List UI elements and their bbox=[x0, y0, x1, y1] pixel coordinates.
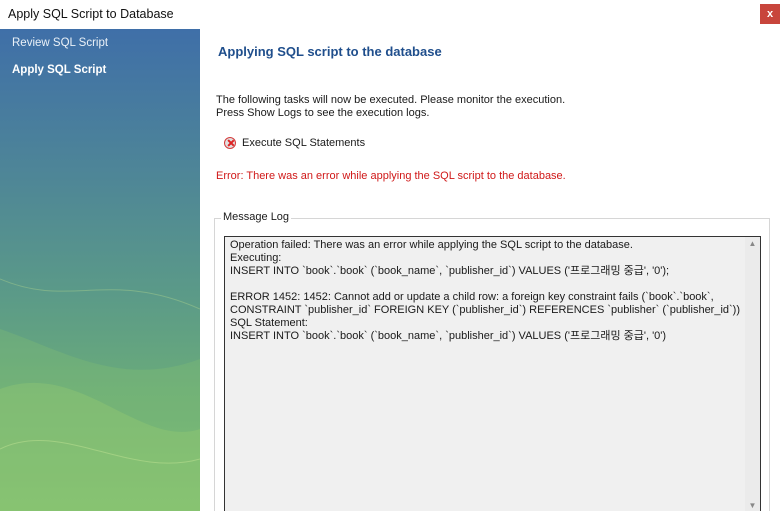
main-panel: Applying SQL script to the database The … bbox=[200, 29, 782, 511]
sidebar-item-apply-sql-script[interactable]: Apply SQL Script bbox=[12, 64, 106, 76]
vertical-scrollbar[interactable]: ▲ ▼ bbox=[745, 237, 760, 511]
window-title: Apply SQL Script to Database bbox=[8, 7, 174, 21]
sidebar: Review SQL Script Apply SQL Script bbox=[0, 29, 200, 511]
title-bar: Apply SQL Script to Database x bbox=[0, 0, 782, 29]
scroll-up-icon[interactable]: ▲ bbox=[745, 237, 760, 251]
message-log-legend: Message Log bbox=[221, 211, 292, 223]
task-label: Execute SQL Statements bbox=[242, 137, 366, 149]
description: The following tasks will now be executed… bbox=[216, 94, 565, 120]
description-line-1: The following tasks will now be executed… bbox=[216, 94, 566, 106]
error-message: Error: There was an error while applying… bbox=[216, 170, 566, 182]
message-log-group: Message Log Operation failed: There was … bbox=[214, 211, 770, 511]
sidebar-item-review-sql-script[interactable]: Review SQL Script bbox=[12, 37, 108, 49]
message-log-textarea[interactable]: Operation failed: There was an error whi… bbox=[224, 236, 761, 511]
close-button[interactable]: x bbox=[760, 4, 780, 24]
page-title: Applying SQL script to the database bbox=[218, 44, 442, 59]
scroll-down-icon[interactable]: ▼ bbox=[745, 499, 760, 511]
sidebar-swirl-decoration bbox=[0, 278, 200, 511]
message-log-text: Operation failed: There was an error whi… bbox=[230, 239, 741, 342]
error-x-icon bbox=[224, 137, 236, 149]
task-execute-sql-statements: Execute SQL Statements bbox=[224, 137, 365, 149]
description-line-2: Press Show Logs to see the execution log… bbox=[216, 107, 430, 119]
